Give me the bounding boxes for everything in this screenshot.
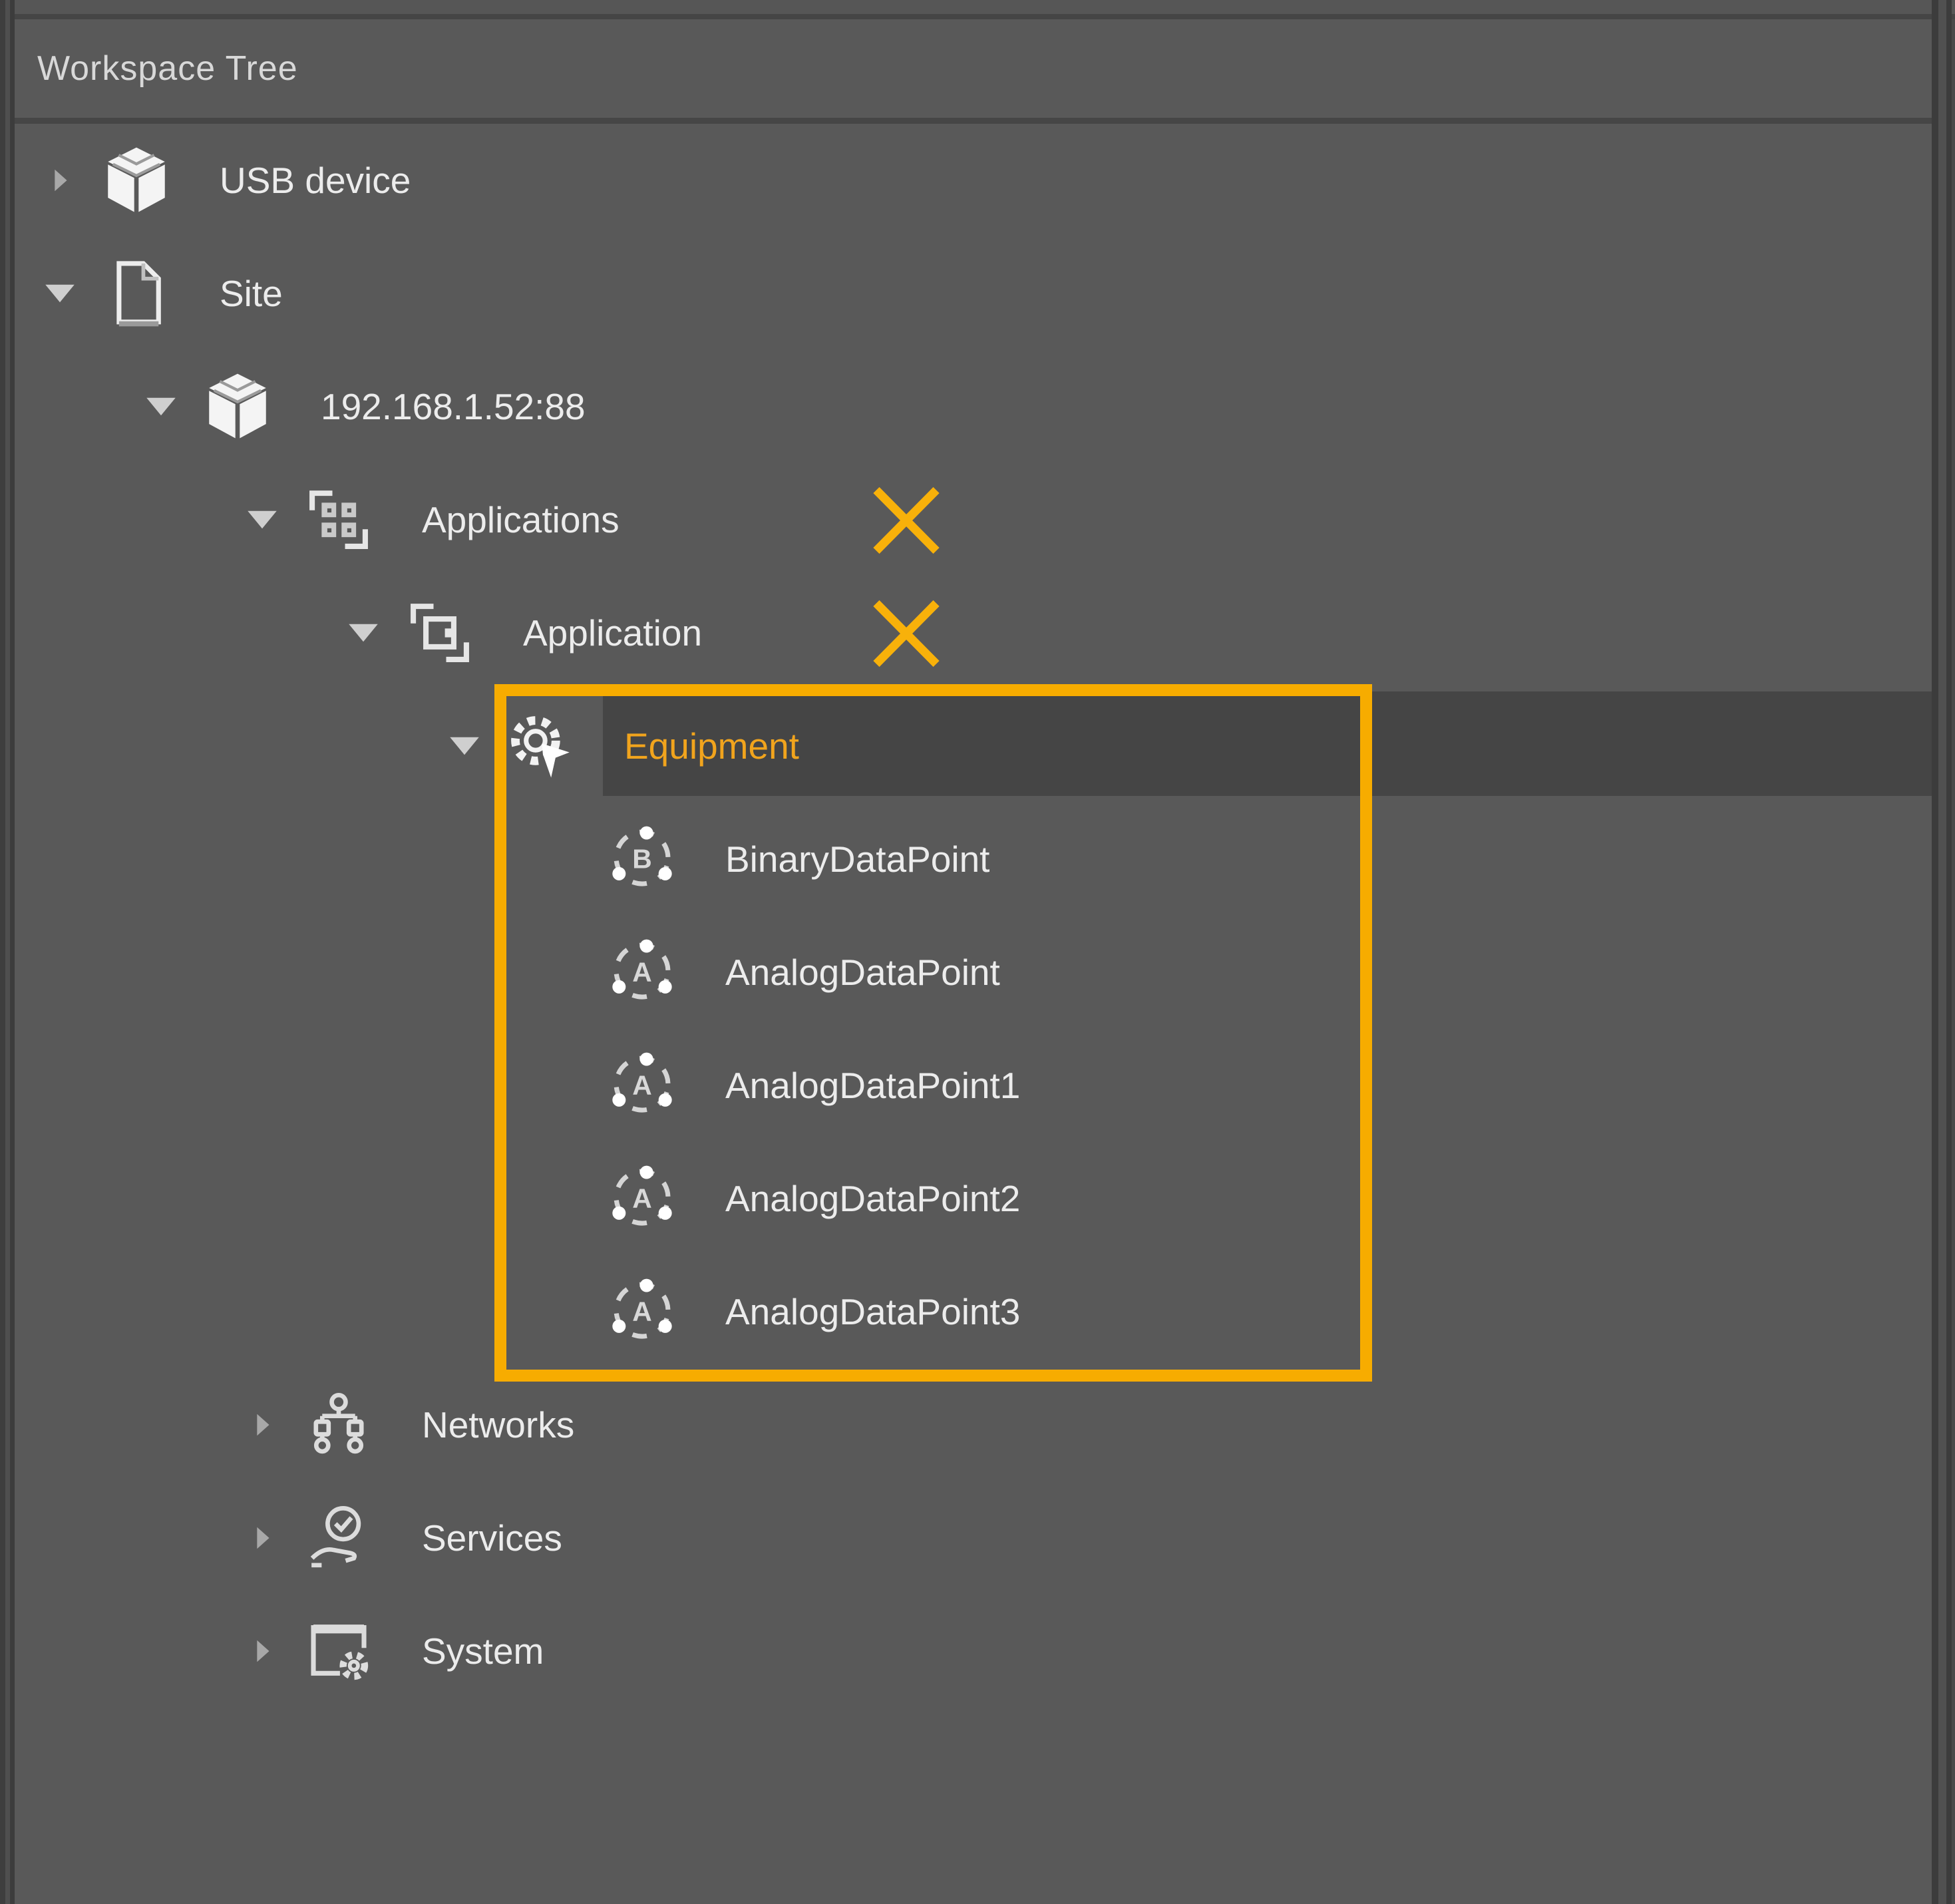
expander-spacer [532,916,599,1029]
tree-item-label: AnalogDataPoint2 [725,1177,1020,1220]
tree-item-label: AnalogDataPoint [725,951,1000,994]
tree-item-analogdatapoint[interactable]: A AnalogDataPoint [15,916,1932,1029]
svg-text:B: B [632,843,652,874]
tree-item-system[interactable]: System [15,1595,1932,1708]
tree-item-applications[interactable]: Applications [15,463,1932,576]
panel-left-edge [0,0,5,1904]
tree-item-label: USB device [220,159,411,202]
window-top-band [0,0,1955,14]
svg-text:A: A [632,1183,652,1213]
svg-text:A: A [632,1296,652,1326]
x-marker-icon [872,487,941,554]
chevron-expanded-icon[interactable] [128,350,194,463]
document-icon [93,250,180,337]
selected-row-highlight [603,691,1932,796]
expander-spacer [532,1255,599,1368]
svg-text:A: A [632,1069,652,1100]
tree-item-analogdatapoint2[interactable]: A AnalogDataPoint2 [15,1142,1932,1255]
tree-item-label: Equipment [624,725,799,767]
chevron-expanded-icon[interactable] [229,463,295,576]
tree-item-analogdatapoint3[interactable]: A AnalogDataPoint3 [15,1255,1932,1368]
tree-item-label: AnalogDataPoint3 [725,1290,1020,1333]
networks-icon [295,1382,382,1468]
svg-text:A: A [632,956,652,987]
tree-item-label: Site [220,272,283,315]
panel-right-gutter [1938,0,1946,1904]
datapoint-icon: A [599,1268,685,1355]
panel-left-gutter [5,0,10,1904]
chevron-collapsed-icon[interactable] [27,124,93,237]
panel-top-border [0,14,1955,19]
tree-item-192-168-1-52-88[interactable]: 192.168.1.52:88 [15,350,1932,463]
workspace-tree: USB device Site 192.168.1.52:88 Application… [15,124,1932,1904]
tree-item-label: AnalogDataPoint1 [725,1064,1020,1107]
chevron-collapsed-icon[interactable] [229,1481,295,1595]
panel-left-border [10,0,15,1904]
workspace-tree-window: Workspace Tree USB device Site 192.168.1.5… [0,0,1955,1904]
services-icon [295,1495,382,1581]
chevron-collapsed-icon[interactable] [229,1595,295,1708]
chevron-collapsed-icon[interactable] [229,1368,295,1481]
application-icon [397,590,483,676]
tree-item-label: Networks [422,1404,574,1446]
panel-title: Workspace Tree [37,49,298,89]
device-box-icon [93,137,180,224]
chevron-expanded-icon[interactable] [27,237,93,350]
datapoint-icon: B [599,816,685,902]
tree-item-label: BinaryDataPoint [725,838,989,880]
tree-item-label: Services [422,1517,562,1559]
workspace-tree-panel: Workspace Tree USB device Site 192.168.1.5… [15,19,1932,1904]
tree-item-label: 192.168.1.52:88 [321,385,586,428]
chevron-expanded-icon[interactable] [330,576,397,689]
header-separator [15,118,1932,124]
tree-item-label: Application [523,612,702,654]
tree-item-usb-device[interactable]: USB device [15,124,1932,237]
expander-spacer [532,1029,599,1142]
tree-item-equipment[interactable]: Equipment [15,689,1932,803]
panel-right-border [1932,0,1938,1904]
panel-right-edge [1946,0,1952,1904]
datapoint-icon: A [599,1042,685,1129]
system-icon [295,1608,382,1694]
tree-item-label: System [422,1630,544,1672]
tree-item-networks[interactable]: Networks [15,1368,1932,1481]
device-box-icon [194,363,281,450]
datapoint-icon: A [599,1155,685,1242]
tree-item-label: Applications [422,498,620,541]
panel-header: Workspace Tree [15,19,1932,118]
expander-spacer [532,1142,599,1255]
applications-icon [295,476,382,563]
tree-item-services[interactable]: Services [15,1481,1932,1595]
equipment-gear-icon [498,703,584,789]
datapoint-icon: A [599,929,685,1016]
expander-spacer [532,803,599,916]
tree-item-site[interactable]: Site [15,237,1932,350]
chevron-expanded-icon[interactable] [431,689,498,803]
tree-item-analogdatapoint1[interactable]: A AnalogDataPoint1 [15,1029,1932,1142]
x-marker-icon [872,600,941,667]
tree-item-binarydatapoint[interactable]: B BinaryDataPoint [15,803,1932,916]
tree-item-application[interactable]: Application [15,576,1932,689]
